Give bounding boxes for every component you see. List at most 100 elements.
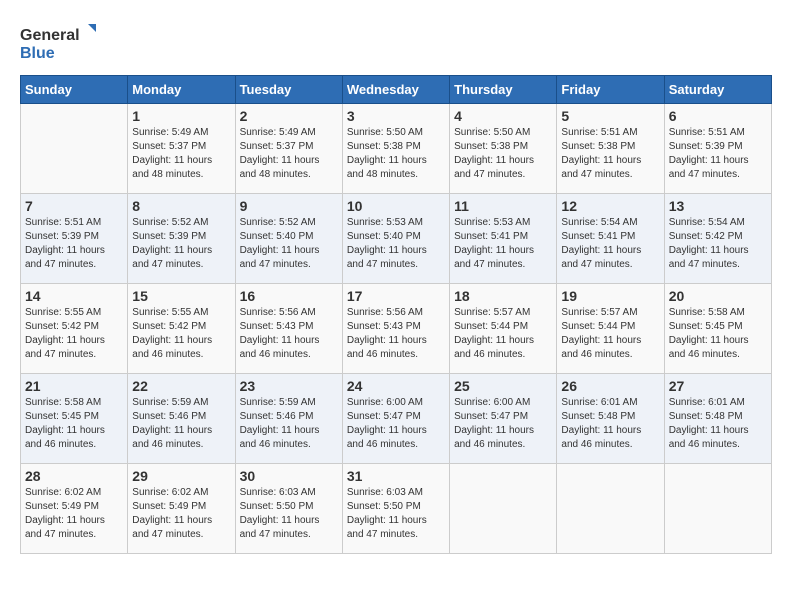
calendar-cell: 9 Sunrise: 5:52 AMSunset: 5:40 PMDaylight… xyxy=(235,194,342,284)
day-number: 15 xyxy=(132,288,230,304)
calendar-cell: 28 Sunrise: 6:02 AMSunset: 5:49 PMDayligh… xyxy=(21,464,128,554)
day-of-week-header: Tuesday xyxy=(235,76,342,104)
calendar-cell: 15Sunrise: 5:55 AMSunset: 5:42 PMDayligh… xyxy=(128,284,235,374)
day-info: Sunrise: 5:56 AMSunset: 5:43 PMDaylight:… xyxy=(240,306,338,362)
day-number: 17 xyxy=(347,288,445,304)
day-info: Sunrise: 6:00 AMSunset: 5:47 PMDaylight:… xyxy=(454,396,552,452)
day-info: Sunrise: 5:57 AMSunset: 5:44 PMDaylight:… xyxy=(561,306,659,362)
day-number: 22 xyxy=(132,378,230,394)
calendar-cell: 16 Sunrise: 5:56 AMSunset: 5:43 PMDayligh… xyxy=(235,284,342,374)
calendar-week-row: 21 Sunrise: 5:58 AMSunset: 5:45 PMDayligh… xyxy=(21,374,772,464)
calendar-cell: 8Sunrise: 5:52 AMSunset: 5:39 PMDaylight… xyxy=(128,194,235,284)
calendar-cell: 14 Sunrise: 5:55 AMSunset: 5:42 PMDayligh… xyxy=(21,284,128,374)
calendar-cell: 13 Sunrise: 5:54 AMSunset: 5:42 PMDayligh… xyxy=(664,194,771,284)
day-number: 13 xyxy=(669,198,767,214)
day-info: Sunrise: 6:03 AMSunset: 5:50 PMDaylight:… xyxy=(240,486,338,542)
day-info: Sunrise: 5:59 AMSunset: 5:46 PMDaylight:… xyxy=(132,396,230,452)
day-number: 27 xyxy=(669,378,767,394)
day-info: Sunrise: 6:02 AMSunset: 5:49 PMDaylight:… xyxy=(25,486,123,542)
day-of-week-header: Saturday xyxy=(664,76,771,104)
calendar-cell: 25 Sunrise: 6:00 AMSunset: 5:47 PMDayligh… xyxy=(450,374,557,464)
day-info: Sunrise: 5:58 AMSunset: 5:45 PMDaylight:… xyxy=(25,396,123,452)
day-of-week-header: Sunday xyxy=(21,76,128,104)
calendar-cell: 18 Sunrise: 5:57 AMSunset: 5:44 PMDayligh… xyxy=(450,284,557,374)
day-number: 23 xyxy=(240,378,338,394)
day-number: 11 xyxy=(454,198,552,214)
calendar-cell: 11 Sunrise: 5:53 AMSunset: 5:41 PMDayligh… xyxy=(450,194,557,284)
calendar-week-row: 7 Sunrise: 5:51 AMSunset: 5:39 PMDaylight… xyxy=(21,194,772,284)
calendar-cell: 3 Sunrise: 5:50 AMSunset: 5:38 PMDaylight… xyxy=(342,104,449,194)
day-number: 18 xyxy=(454,288,552,304)
day-info: Sunrise: 5:52 AMSunset: 5:40 PMDaylight:… xyxy=(240,216,338,272)
day-info: Sunrise: 5:54 AMSunset: 5:42 PMDaylight:… xyxy=(669,216,767,272)
day-number: 14 xyxy=(25,288,123,304)
calendar-cell: 12Sunrise: 5:54 AMSunset: 5:41 PMDayligh… xyxy=(557,194,664,284)
day-number: 6 xyxy=(669,108,767,124)
day-info: Sunrise: 5:53 AMSunset: 5:40 PMDaylight:… xyxy=(347,216,445,272)
day-number: 10 xyxy=(347,198,445,214)
day-info: Sunrise: 5:56 AMSunset: 5:43 PMDaylight:… xyxy=(347,306,445,362)
day-number: 19 xyxy=(561,288,659,304)
calendar-cell: 5Sunrise: 5:51 AMSunset: 5:38 PMDaylight… xyxy=(557,104,664,194)
day-info: Sunrise: 6:02 AMSunset: 5:49 PMDaylight:… xyxy=(132,486,230,542)
day-info: Sunrise: 6:01 AMSunset: 5:48 PMDaylight:… xyxy=(561,396,659,452)
calendar-week-row: 28 Sunrise: 6:02 AMSunset: 5:49 PMDayligh… xyxy=(21,464,772,554)
svg-text:General: General xyxy=(20,27,80,44)
day-number: 7 xyxy=(25,198,123,214)
calendar-cell: 22 Sunrise: 5:59 AMSunset: 5:46 PMDayligh… xyxy=(128,374,235,464)
day-info: Sunrise: 5:58 AMSunset: 5:45 PMDaylight:… xyxy=(669,306,767,362)
day-info: Sunrise: 5:53 AMSunset: 5:41 PMDaylight:… xyxy=(454,216,552,272)
day-info: Sunrise: 5:49 AMSunset: 5:37 PMDaylight:… xyxy=(132,126,230,182)
day-number: 12 xyxy=(561,198,659,214)
day-number: 2 xyxy=(240,108,338,124)
calendar-cell: 27 Sunrise: 6:01 AMSunset: 5:48 PMDayligh… xyxy=(664,374,771,464)
calendar-cell: 4Sunrise: 5:50 AMSunset: 5:38 PMDaylight… xyxy=(450,104,557,194)
day-number: 20 xyxy=(669,288,767,304)
day-number: 29 xyxy=(132,468,230,484)
day-info: Sunrise: 5:55 AMSunset: 5:42 PMDaylight:… xyxy=(25,306,123,362)
day-number: 16 xyxy=(240,288,338,304)
day-number: 9 xyxy=(240,198,338,214)
calendar-cell: 24 Sunrise: 6:00 AMSunset: 5:47 PMDayligh… xyxy=(342,374,449,464)
day-info: Sunrise: 5:52 AMSunset: 5:39 PMDaylight:… xyxy=(132,216,230,272)
calendar-cell: 2Sunrise: 5:49 AMSunset: 5:37 PMDaylight… xyxy=(235,104,342,194)
calendar-table: SundayMondayTuesdayWednesdayThursdayFrid… xyxy=(20,75,772,554)
day-number: 3 xyxy=(347,108,445,124)
day-number: 26 xyxy=(561,378,659,394)
calendar-cell xyxy=(664,464,771,554)
day-info: Sunrise: 5:50 AMSunset: 5:38 PMDaylight:… xyxy=(454,126,552,182)
day-number: 31 xyxy=(347,468,445,484)
svg-text:Blue: Blue xyxy=(20,45,55,62)
calendar-cell xyxy=(21,104,128,194)
day-info: Sunrise: 5:59 AMSunset: 5:46 PMDaylight:… xyxy=(240,396,338,452)
calendar-cell: 29 Sunrise: 6:02 AMSunset: 5:49 PMDayligh… xyxy=(128,464,235,554)
calendar-cell: 19 Sunrise: 5:57 AMSunset: 5:44 PMDayligh… xyxy=(557,284,664,374)
day-info: Sunrise: 5:50 AMSunset: 5:38 PMDaylight:… xyxy=(347,126,445,182)
calendar-cell: 21 Sunrise: 5:58 AMSunset: 5:45 PMDayligh… xyxy=(21,374,128,464)
calendar-header-row: SundayMondayTuesdayWednesdayThursdayFrid… xyxy=(21,76,772,104)
day-info: Sunrise: 5:51 AMSunset: 5:39 PMDaylight:… xyxy=(25,216,123,272)
day-info: Sunrise: 6:03 AMSunset: 5:50 PMDaylight:… xyxy=(347,486,445,542)
calendar-cell xyxy=(450,464,557,554)
day-number: 28 xyxy=(25,468,123,484)
day-info: Sunrise: 5:51 AMSunset: 5:39 PMDaylight:… xyxy=(669,126,767,182)
day-info: Sunrise: 6:01 AMSunset: 5:48 PMDaylight:… xyxy=(669,396,767,452)
calendar-cell: 31 Sunrise: 6:03 AMSunset: 5:50 PMDayligh… xyxy=(342,464,449,554)
day-of-week-header: Wednesday xyxy=(342,76,449,104)
calendar-cell: 30Sunrise: 6:03 AMSunset: 5:50 PMDayligh… xyxy=(235,464,342,554)
logo: General Blue xyxy=(20,20,110,65)
day-number: 25 xyxy=(454,378,552,394)
day-number: 21 xyxy=(25,378,123,394)
day-info: Sunrise: 6:00 AMSunset: 5:47 PMDaylight:… xyxy=(347,396,445,452)
calendar-cell: 6 Sunrise: 5:51 AMSunset: 5:39 PMDaylight… xyxy=(664,104,771,194)
day-of-week-header: Monday xyxy=(128,76,235,104)
calendar-cell: 23 Sunrise: 5:59 AMSunset: 5:46 PMDayligh… xyxy=(235,374,342,464)
page-header: General Blue xyxy=(20,20,772,65)
day-of-week-header: Friday xyxy=(557,76,664,104)
calendar-week-row: 14 Sunrise: 5:55 AMSunset: 5:42 PMDayligh… xyxy=(21,284,772,374)
day-info: Sunrise: 5:57 AMSunset: 5:44 PMDaylight:… xyxy=(454,306,552,362)
day-of-week-header: Thursday xyxy=(450,76,557,104)
day-number: 1 xyxy=(132,108,230,124)
day-number: 5 xyxy=(561,108,659,124)
day-number: 24 xyxy=(347,378,445,394)
